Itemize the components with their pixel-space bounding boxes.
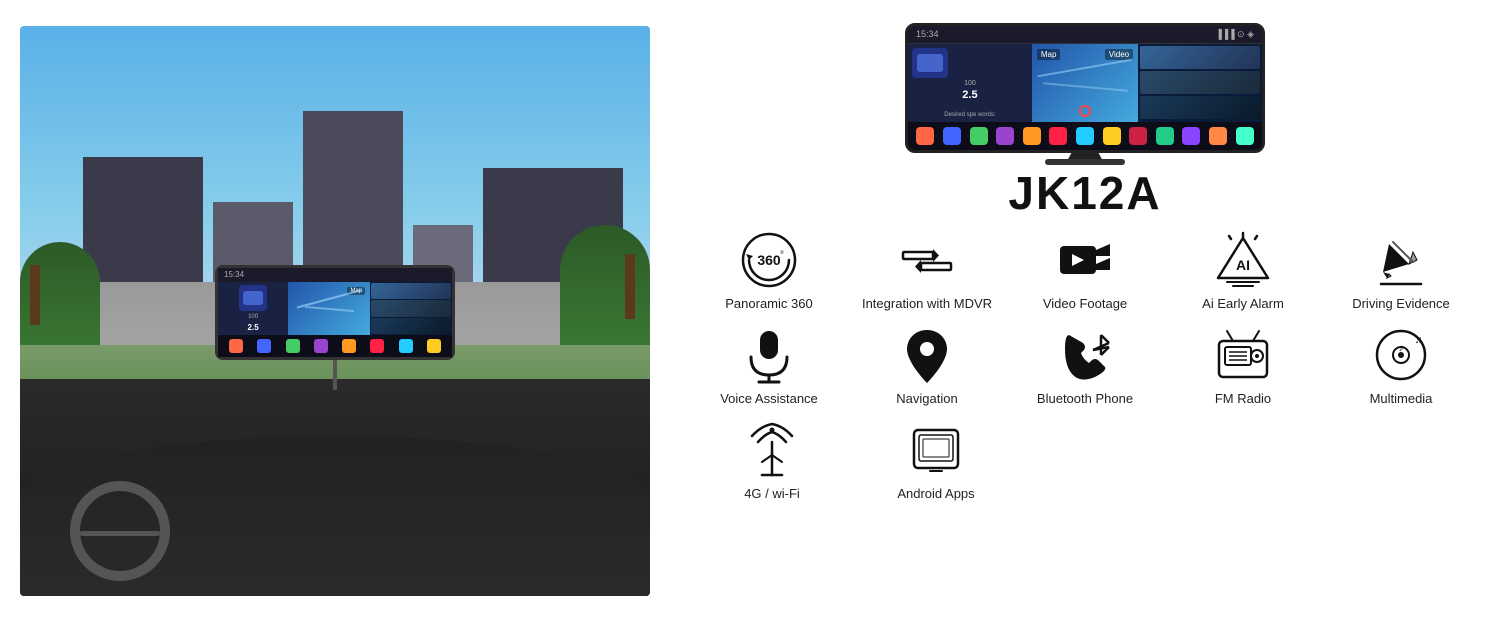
features-row-3: 4G / wi-Fi Android Apps [690,414,1480,509]
feature-bluetooth-phone: Bluetooth Phone [1006,319,1164,414]
video-footage-icon [1055,230,1115,290]
svg-text:AI: AI [1236,257,1250,273]
driving-evidence-icon [1371,230,1431,290]
left-panel: 15:34 100 2.5 Map [0,0,670,621]
voice-assistance-icon [739,325,799,385]
feature-label-integration-mdvr: Integration with MDVR [862,296,992,313]
feature-panoramic-360: 360 ° Panoramic 360 [690,224,848,319]
feature-label-navigation: Navigation [896,391,957,408]
features-row-2: Voice Assistance Navigation [690,319,1480,414]
feature-label-4g-wifi: 4G / wi-Fi [744,486,800,503]
svg-text:♪: ♪ [1399,343,1404,354]
feature-navigation: Navigation [848,319,1006,414]
navigation-icon [897,325,957,385]
feature-label-voice-assistance: Voice Assistance [720,391,818,408]
feature-label-multimedia: Multimedia [1370,391,1433,408]
right-panel: 15:34 ▐▐▐ ⊙ ◈ 100 2.5 Desired spe words:… [670,0,1500,621]
bluetooth-phone-icon [1055,325,1115,385]
feature-voice-assistance: Voice Assistance [690,319,848,414]
feature-ai-early-alarm: AI Ai Early Alarm [1164,224,1322,319]
feature-driving-evidence: Driving Evidence [1322,224,1480,319]
feature-android-apps: Android Apps [854,414,1018,509]
device-time-label: 15:34 [916,29,939,39]
feature-label-bluetooth-phone: Bluetooth Phone [1037,391,1133,408]
multimedia-icon: ♪ ♫ [1371,325,1431,385]
panoramic-360-icon: 360 ° [739,230,799,290]
svg-text:♫: ♫ [1415,335,1423,346]
feature-label-android-apps: Android Apps [897,486,974,503]
svg-text:360: 360 [757,252,781,268]
ai-early-alarm-icon: AI [1213,230,1273,290]
svg-text:°: ° [780,250,784,261]
feature-label-ai-early-alarm: Ai Early Alarm [1202,296,1284,313]
product-photo: 15:34 100 2.5 Map [20,26,650,596]
fm-radio-icon [1213,325,1273,385]
feature-4g-wifi: 4G / wi-Fi [690,414,854,509]
feature-label-panoramic-360: Panoramic 360 [725,296,812,313]
feature-label-driving-evidence: Driving Evidence [1352,296,1450,313]
feature-video-footage: Video Footage [1006,224,1164,319]
4g-wifi-icon [742,420,802,480]
feature-fm-radio: FM Radio [1164,319,1322,414]
feature-label-video-footage: Video Footage [1043,296,1127,313]
feature-label-fm-radio: FM Radio [1215,391,1271,408]
feature-integration-mdvr: Integration with MDVR [848,224,1006,319]
android-apps-icon [906,420,966,480]
integration-mdvr-icon [897,230,957,290]
device-display-image: 15:34 ▐▐▐ ⊙ ◈ 100 2.5 Desired spe words:… [895,10,1275,165]
product-title: JK12A [1008,170,1161,216]
feature-multimedia: ♪ ♫ Multimedia [1322,319,1480,414]
features-row-1: 360 ° Panoramic 360 [690,224,1480,319]
